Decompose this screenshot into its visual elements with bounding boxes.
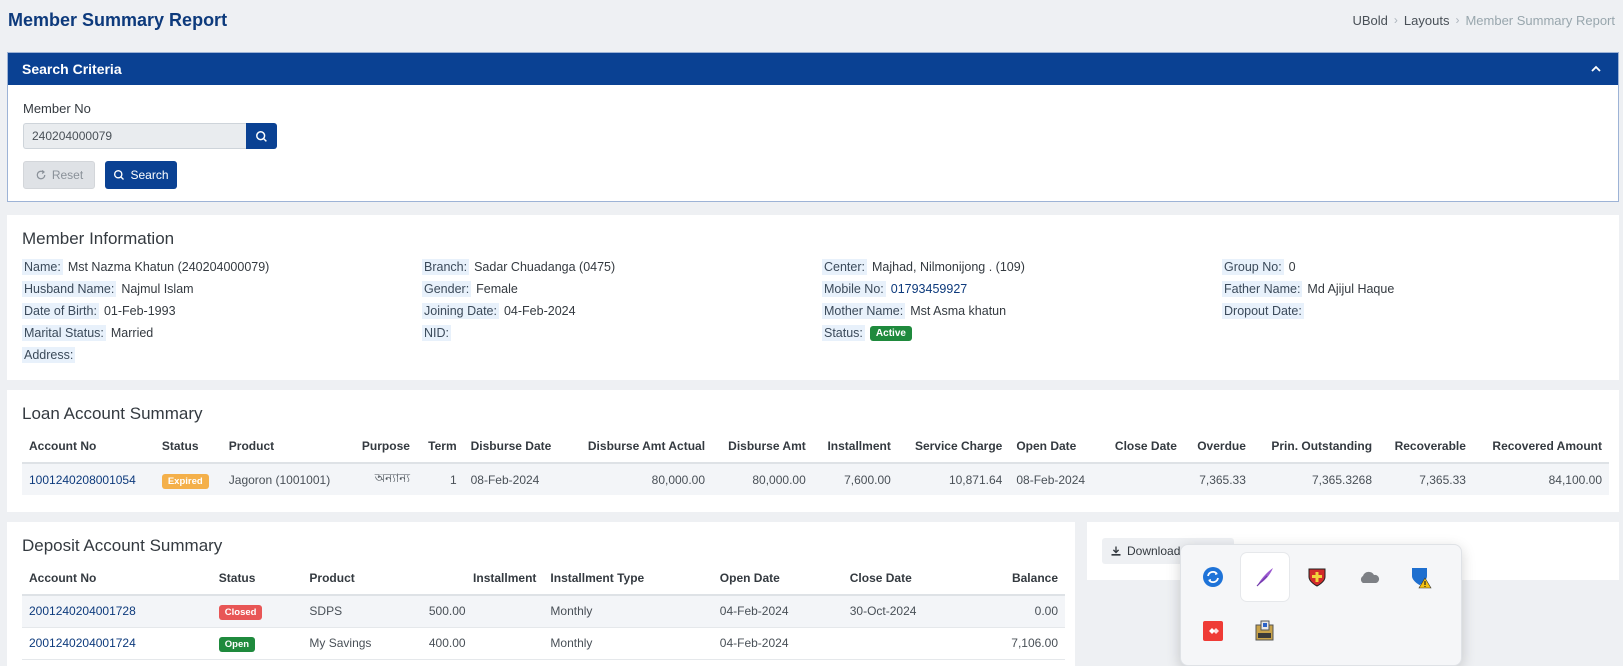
usb-drive-icon[interactable] [1241,607,1289,655]
dropout-date-row: Dropout Date: [1222,303,1304,319]
col-close-date: Close Date [842,562,970,596]
gender-row: Gender: Female [422,281,518,297]
center-row: Center: Majhad, Nilmonijong . (109) [822,259,1025,275]
member-information-card: Member Information Name: Mst Nazma Khatun… [7,215,1619,380]
breadcrumb-item-current: Member Summary Report [1465,12,1615,28]
col-balance: Balance [969,562,1065,596]
branch-row: Branch: Sadar Chuadanga (0475) [422,259,616,275]
search-criteria-header[interactable]: Search Criteria [8,53,1618,85]
anydesk-icon[interactable] [1189,607,1237,655]
loan-account-summary-title: Loan Account Summary [22,404,203,423]
col-open-date: Open Date [712,562,843,596]
search-button[interactable]: Search [105,161,177,189]
col-installment: Installment [812,430,898,464]
status-badge: Active [869,325,912,341]
search-criteria-card: Search Criteria Member No Reset Search [7,52,1619,202]
deposit-account-link[interactable]: 2001240204001728 [22,595,212,628]
group-no-row: Group No: 0 [1222,259,1296,275]
date-of-birth-row: Date of Birth: 01-Feb-1993 [22,303,176,319]
reset-label: Reset [51,168,84,182]
shield-red-icon[interactable] [1293,553,1341,601]
member-name-row: Name: Mst Nazma Khatun (240204000079) [22,259,270,275]
col-disburse-amt: Disburse Amt [712,430,813,464]
page-title: Member Summary Report [8,9,228,30]
husband-name-row: Husband Name: Najmul Islam [22,281,194,297]
deposit-account-summary-title: Deposit Account Summary [22,536,223,555]
col-overdue: Overdue [1183,430,1253,464]
joining-date-row: Joining Date: 04-Feb-2024 [422,303,576,319]
deposit-table: Account No Status Product Installment In… [22,562,1065,660]
col-recovered-amount: Recovered Amount [1472,430,1609,464]
member-no-input[interactable] [23,123,246,149]
search-icon [114,169,125,180]
marital-status-row: Marital Status: Married [22,325,154,341]
col-recoverable: Recoverable [1379,430,1473,464]
col-installment-type: Installment Type [543,562,713,596]
table-row: 1001240208001054 Expired Jagoron (100100… [22,463,1609,495]
sync-icon[interactable] [1189,553,1237,601]
father-name-row: Father Name: Md Ajijul Haque [1222,281,1395,297]
col-service-charge: Service Charge [897,430,1010,464]
search-criteria-title: Search Criteria [22,61,122,77]
status-badge: Expired [161,473,209,489]
nid-row: NID: [422,325,451,341]
mobile-no-row: Mobile No: 01793459927 [822,281,968,297]
chevron-up-icon[interactable] [1588,61,1604,77]
col-status: Status [211,562,303,596]
col-close-date: Close Date [1100,430,1184,464]
col-product: Product [221,430,349,464]
member-info-column-2: Branch: Sadar Chuadanga (0475) Gender: Fem… [422,256,615,344]
col-account-no: Account No [22,430,155,464]
loan-account-link[interactable]: 1001240208001054 [22,463,155,495]
download-label: Download [1127,544,1181,558]
deposit-table-header: Account No Status Product Installment In… [22,562,1065,596]
member-information-title: Member Information [22,229,175,248]
reset-button[interactable]: Reset [23,161,95,189]
table-row: 2001240204001728 Closed SDPS 500.00 Mont… [22,595,1065,628]
col-open-date: Open Date [1009,430,1101,464]
deposit-account-link[interactable]: 2001240204001724 [22,627,212,660]
col-disburse-amt-actual: Disburse Amt Actual [567,430,713,464]
breadcrumb-item-layouts[interactable]: Layouts [1404,13,1450,28]
col-term: Term [416,430,464,464]
search-label: Search [130,168,169,182]
member-info-column-3: Center: Majhad, Nilmonijong . (109) Mobil… [822,256,1025,344]
col-disburse-date: Disburse Date [463,430,568,464]
loan-table-header: Account No Status Product Purpose Term D… [22,430,1609,464]
chevron-right-icon: › [1393,13,1398,27]
status-badge: Open [218,637,256,652]
col-product: Product [302,562,422,596]
col-account-no: Account No [22,562,212,596]
security-warning-icon[interactable] [1397,553,1445,601]
download-icon [1111,546,1121,556]
feather-icon[interactable] [1241,553,1289,601]
reset-icon [36,170,46,180]
mobile-no-link[interactable]: 01793459927 [891,282,967,296]
member-lookup-button[interactable] [246,123,277,149]
breadcrumb: UBold › Layouts › Member Summary Report [1352,13,1615,28]
loan-table: Account No Status Product Purpose Term D… [22,430,1609,495]
col-prin-outstanding: Prin. Outstanding [1252,430,1380,464]
col-installment: Installment [421,562,544,596]
status-row: Status: Active [822,322,1025,344]
loan-account-summary-card: Loan Account Summary Account No Status P… [7,390,1619,512]
breadcrumb-item-ubold[interactable]: UBold [1352,13,1387,28]
member-no-label: Member No [23,101,91,116]
col-purpose: Purpose [348,430,417,464]
member-info-column-1: Name: Mst Nazma Khatun (240204000079) Hus… [22,256,269,366]
member-info-column-4: Group No: 0 Father Name: Md Ajijul Haque D… [1222,256,1394,322]
table-row: 2001240204001724 Open My Savings 400.00 … [22,627,1065,660]
chevron-right-icon: › [1455,13,1460,27]
deposit-account-summary-card: Deposit Account Summary Account No Statu… [7,522,1075,666]
system-tray-popup [1180,544,1462,666]
search-icon [256,130,267,142]
mother-name-row: Mother Name: Mst Asma khatun [822,303,1007,319]
status-badge: Closed [218,605,263,621]
col-status: Status [154,430,222,464]
address-row: Address: [22,347,76,363]
page-header: Member Summary Report UBold › Layouts › … [0,0,1623,40]
cloud-icon[interactable] [1345,553,1393,601]
